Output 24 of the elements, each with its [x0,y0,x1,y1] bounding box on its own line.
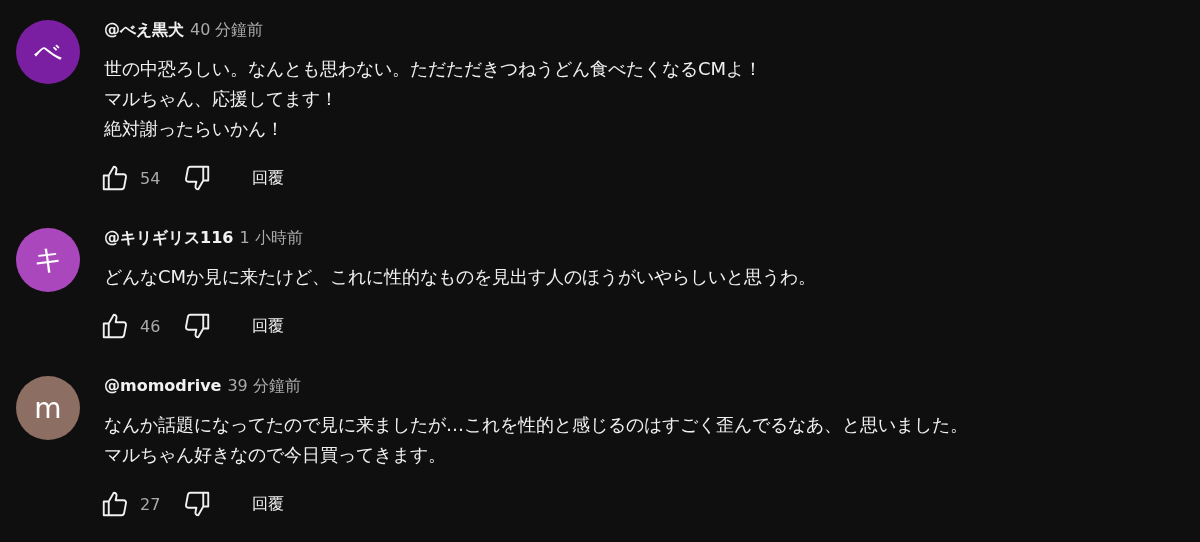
reply-button[interactable]: 回覆 [242,309,295,343]
thumbs-up-icon[interactable] [100,163,130,193]
comment-text: なんか話題になってたので見に来ましたが…これを性的と感じるのはすごく歪んでるなあ、と思いました。 [104,413,968,437]
comment-text: 絶対謝ったらいかん！ [104,117,285,141]
avatar[interactable]: キ [16,228,80,292]
reply-button[interactable]: 回覆 [242,161,295,195]
comment-text: マルちゃん好きなので今日買ってきます。 [104,443,447,467]
like-count: 54 [140,168,161,188]
thumbs-up-icon[interactable] [100,489,130,519]
comment-author[interactable]: @キリギリス116 [104,228,234,249]
comment-text: 世の中恐ろしい。なんとも思わない。ただただきつねうどん食べたくなるCMよ！ [104,57,763,81]
comment-text: マルちゃん、応援してます！ [104,87,339,111]
comment-time[interactable]: 1 小時前 [239,228,303,249]
avatar[interactable]: m [16,376,80,440]
comment-author[interactable]: @べえ黒犬 [104,20,184,41]
like-count: 27 [140,494,161,514]
comment-time[interactable]: 40 分鐘前 [190,20,264,41]
reply-button[interactable]: 回覆 [242,487,295,521]
avatar[interactable]: べ [16,20,80,84]
comment-text: どんなCMか見に来たけど、これに性的なものを見出す人のほうがいやらしいと思うわ。 [104,265,817,289]
comment-time[interactable]: 39 分鐘前 [227,376,301,397]
like-count: 46 [140,316,161,336]
thumbs-up-icon[interactable] [100,311,130,341]
comment-author[interactable]: @momodrive [104,376,222,395]
